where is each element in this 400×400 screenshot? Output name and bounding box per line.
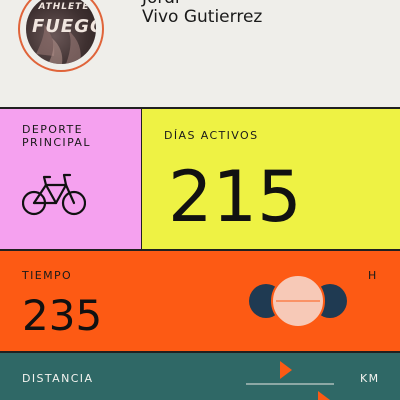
time-value: 235: [22, 291, 103, 340]
time-card[interactable]: TIEMPO H 235: [0, 251, 400, 351]
user-last-name: Vivo Gutierrez: [142, 7, 263, 27]
avatar-logo-text: FUEGO: [32, 16, 96, 37]
profile-header: ATHLETE FUEGO Jordi Vivo Gutierrez: [0, 0, 400, 108]
avatar-top-text: ATHLETE: [38, 2, 90, 12]
main-sport-card[interactable]: DEPORTE PRINCIPAL: [0, 109, 141, 249]
time-circles-graphic: [249, 274, 347, 328]
bicycle-icon: [22, 173, 86, 216]
main-sport-label-2: PRINCIPAL: [22, 136, 91, 149]
distance-label: DISTANCIA: [22, 372, 94, 385]
time-label: TIEMPO: [22, 269, 73, 282]
distance-card[interactable]: DISTANCIA KM: [0, 353, 400, 400]
distance-unit: KM: [360, 372, 380, 385]
active-days-value: 215: [168, 156, 302, 238]
time-unit: H: [368, 269, 378, 282]
avatar[interactable]: ATHLETE FUEGO: [18, 0, 104, 72]
active-days-label: DÍAS ACTIVOS: [164, 129, 259, 142]
distance-graphic: [246, 361, 334, 400]
avatar-image: ATHLETE FUEGO: [26, 0, 96, 64]
active-days-card[interactable]: DÍAS ACTIVOS 215: [141, 109, 400, 249]
